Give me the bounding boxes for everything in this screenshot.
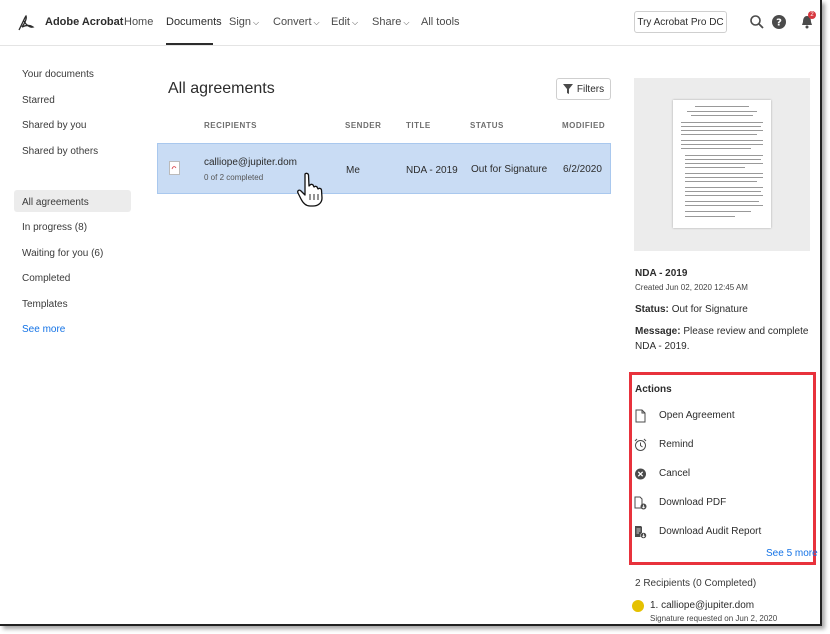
sidebar-item-in-progress[interactable]: In progress (8) bbox=[22, 222, 87, 233]
help-icon[interactable]: ? bbox=[771, 14, 787, 30]
column-header-status[interactable]: STATUS bbox=[470, 121, 504, 130]
row-status: Out for Signature bbox=[471, 164, 548, 175]
search-icon[interactable] bbox=[749, 14, 765, 30]
chevron-down-icon: ⌵ bbox=[253, 18, 260, 27]
action-cancel[interactable]: Cancel bbox=[659, 468, 690, 479]
recipients-heading: 2 Recipients (0 Completed) bbox=[635, 578, 757, 589]
nav-share-label: Share bbox=[372, 16, 402, 28]
action-download-pdf[interactable]: Download PDF bbox=[659, 497, 726, 508]
row-sender: Me bbox=[346, 165, 360, 176]
message-value: Please review and complete bbox=[683, 326, 809, 337]
action-remind[interactable]: Remind bbox=[659, 439, 693, 450]
sidebar-item-your-documents[interactable]: Your documents bbox=[22, 69, 94, 80]
nav-sign[interactable]: Sign ⌵ bbox=[229, 16, 259, 28]
nav-all-tools[interactable]: All tools bbox=[421, 16, 460, 28]
filters-button[interactable]: Filters bbox=[556, 78, 611, 100]
agreement-created-date: Created Jun 02, 2020 12:45 AM bbox=[635, 283, 748, 292]
column-header-sender[interactable]: SENDER bbox=[345, 121, 381, 130]
svg-text:?: ? bbox=[776, 18, 782, 29]
sidebar-item-completed[interactable]: Completed bbox=[22, 273, 70, 284]
hand-pointer-cursor-icon bbox=[297, 172, 323, 207]
try-acrobat-pro-button[interactable]: Try Acrobat Pro DC bbox=[634, 11, 727, 33]
agreement-status: Status: Out for Signature bbox=[635, 304, 748, 315]
cancel-icon bbox=[635, 468, 646, 480]
sidebar-item-waiting-for-you[interactable]: Waiting for you (6) bbox=[22, 248, 103, 259]
column-header-modified[interactable]: MODIFIED bbox=[562, 121, 605, 130]
agreement-message: Message: Please review and complete bbox=[635, 326, 808, 337]
nav-documents[interactable]: Documents bbox=[166, 16, 222, 28]
row-recipient: calliope@jupiter.dom bbox=[204, 157, 297, 168]
alarm-clock-icon bbox=[634, 438, 647, 451]
top-navigation: Adobe Acrobat Home Documents Sign ⌵ Conve… bbox=[0, 0, 820, 46]
status-value: Out for Signature bbox=[671, 304, 748, 315]
nav-home[interactable]: Home bbox=[124, 16, 153, 28]
row-progress: 0 of 2 completed bbox=[204, 173, 264, 182]
row-modified: 6/2/2020 bbox=[563, 164, 602, 175]
row-title: NDA - 2019 bbox=[406, 165, 458, 176]
document-icon bbox=[635, 409, 646, 423]
app-window: Adobe Acrobat Home Documents Sign ⌵ Conve… bbox=[0, 0, 822, 626]
sidebar-item-starred[interactable]: Starred bbox=[22, 95, 55, 106]
active-tab-indicator bbox=[166, 43, 213, 45]
sidebar-see-more-link[interactable]: See more bbox=[22, 324, 65, 335]
agreement-title: NDA - 2019 bbox=[635, 268, 688, 279]
action-open-agreement[interactable]: Open Agreement bbox=[659, 410, 735, 421]
document-thumbnail bbox=[673, 100, 771, 228]
filters-label: Filters bbox=[576, 83, 605, 95]
recipient-status-avatar bbox=[632, 600, 644, 612]
acrobat-logo-icon[interactable] bbox=[16, 13, 36, 33]
actions-heading: Actions bbox=[635, 384, 672, 395]
download-pdf-icon bbox=[634, 496, 647, 510]
nav-edit-label: Edit bbox=[331, 16, 350, 28]
page-title: All agreements bbox=[168, 80, 275, 97]
nav-share[interactable]: Share ⌵ bbox=[372, 16, 409, 28]
action-download-audit-report[interactable]: Download Audit Report bbox=[659, 526, 761, 537]
nav-edit[interactable]: Edit ⌵ bbox=[331, 16, 358, 28]
document-icon bbox=[169, 161, 180, 175]
column-header-title[interactable]: TITLE bbox=[406, 121, 431, 130]
nav-sign-label: Sign bbox=[229, 16, 252, 28]
notification-count-badge: 2 bbox=[808, 11, 816, 19]
nav-convert-label: Convert bbox=[273, 16, 312, 28]
chevron-down-icon: ⌵ bbox=[351, 18, 359, 27]
sidebar-item-templates[interactable]: Templates bbox=[22, 299, 68, 310]
sidebar-item-shared-by-you[interactable]: Shared by you bbox=[22, 120, 87, 131]
sidebar-item-all-agreements[interactable]: All agreements bbox=[22, 197, 89, 208]
recipient-1-note: Signature requested on Jun 2, 2020 bbox=[650, 614, 778, 623]
filter-funnel-icon bbox=[562, 84, 573, 94]
column-header-recipients[interactable]: RECIPIENTS bbox=[204, 121, 257, 130]
message-label: Message: bbox=[635, 326, 681, 337]
recipient-1[interactable]: 1. calliope@jupiter.dom bbox=[650, 600, 754, 611]
chevron-down-icon: ⌵ bbox=[403, 18, 410, 27]
brand-name[interactable]: Adobe Acrobat bbox=[45, 16, 123, 28]
status-label: Status: bbox=[635, 304, 669, 315]
download-audit-report-icon bbox=[635, 526, 647, 539]
see-more-actions-link[interactable]: See 5 more bbox=[766, 548, 818, 559]
nav-convert[interactable]: Convert ⌵ bbox=[273, 16, 320, 28]
sidebar-item-shared-by-others[interactable]: Shared by others bbox=[22, 146, 98, 157]
agreement-message-line2: NDA - 2019. bbox=[635, 341, 690, 352]
chevron-down-icon: ⌵ bbox=[313, 18, 320, 27]
